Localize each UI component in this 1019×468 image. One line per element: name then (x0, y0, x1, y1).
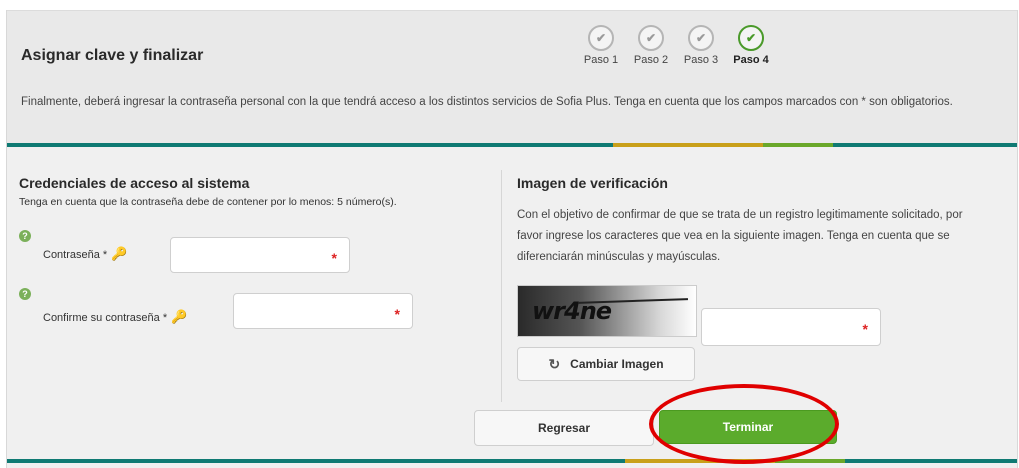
step-1: ✔ Paso 1 (581, 25, 621, 66)
required-mark: * (394, 306, 400, 322)
required-mark: * (862, 321, 868, 337)
change-image-label: Cambiar Imagen (570, 357, 664, 371)
column-divider (501, 170, 502, 402)
registration-panel: Asignar clave y finalizar ✔ Paso 1 ✔ Pas… (6, 10, 1018, 468)
password-label: Contraseña * 🔑 (43, 246, 127, 262)
intro-text: Finalmente, deberá ingresar la contraseñ… (21, 96, 953, 108)
key-icon: 🔑 (111, 246, 128, 261)
check-icon: ✔ (588, 25, 614, 51)
password-label-text: Contraseña * (43, 249, 108, 261)
help-icon[interactable]: ? (19, 230, 31, 242)
refresh-icon: ↻ (548, 355, 561, 372)
change-image-button[interactable]: ↻ Cambiar Imagen (517, 347, 695, 381)
captcha-image: wr4ne (517, 285, 697, 337)
confirm-password-label: Confirme su contraseña * 🔑 (43, 309, 187, 325)
check-icon: ✔ (738, 25, 764, 51)
page-title: Asignar clave y finalizar (21, 47, 204, 64)
step-2: ✔ Paso 2 (631, 25, 671, 66)
accent-segment-yellow (613, 143, 763, 147)
back-button[interactable]: Regresar (474, 410, 654, 446)
credentials-section: Credenciales de acceso al sistema Tenga … (19, 175, 499, 208)
accent-bar-bottom (7, 459, 1017, 463)
captcha-input[interactable]: * (701, 308, 881, 346)
step-label: Paso 2 (633, 54, 669, 66)
check-icon: ✔ (688, 25, 714, 51)
credentials-title: Credenciales de acceso al sistema (19, 175, 250, 191)
confirm-password-input[interactable]: * (233, 293, 413, 329)
highlight-annotation (649, 384, 839, 464)
key-icon: 🔑 (171, 309, 188, 324)
password-input[interactable]: * (170, 237, 350, 273)
step-label: Paso 1 (583, 54, 619, 66)
step-label: Paso 4 (733, 54, 769, 66)
verification-section: Imagen de verificación Con el objetivo d… (517, 175, 997, 268)
accent-bar-top (7, 143, 1017, 147)
step-4: ✔ Paso 4 (731, 25, 771, 66)
verification-description: Con el objetivo de confirmar de que se t… (517, 209, 963, 263)
confirm-password-label-text: Confirme su contraseña * (43, 312, 168, 324)
check-icon: ✔ (638, 25, 664, 51)
accent-segment-green (763, 143, 833, 147)
required-mark: * (331, 250, 337, 266)
header: Asignar clave y finalizar ✔ Paso 1 ✔ Pas… (7, 10, 1017, 143)
password-rule-note: Tenga en cuenta que la contraseña debe d… (19, 196, 397, 208)
step-3: ✔ Paso 3 (681, 25, 721, 66)
help-icon[interactable]: ? (19, 288, 31, 300)
verification-title: Imagen de verificación (517, 175, 668, 191)
step-label: Paso 3 (683, 54, 719, 66)
